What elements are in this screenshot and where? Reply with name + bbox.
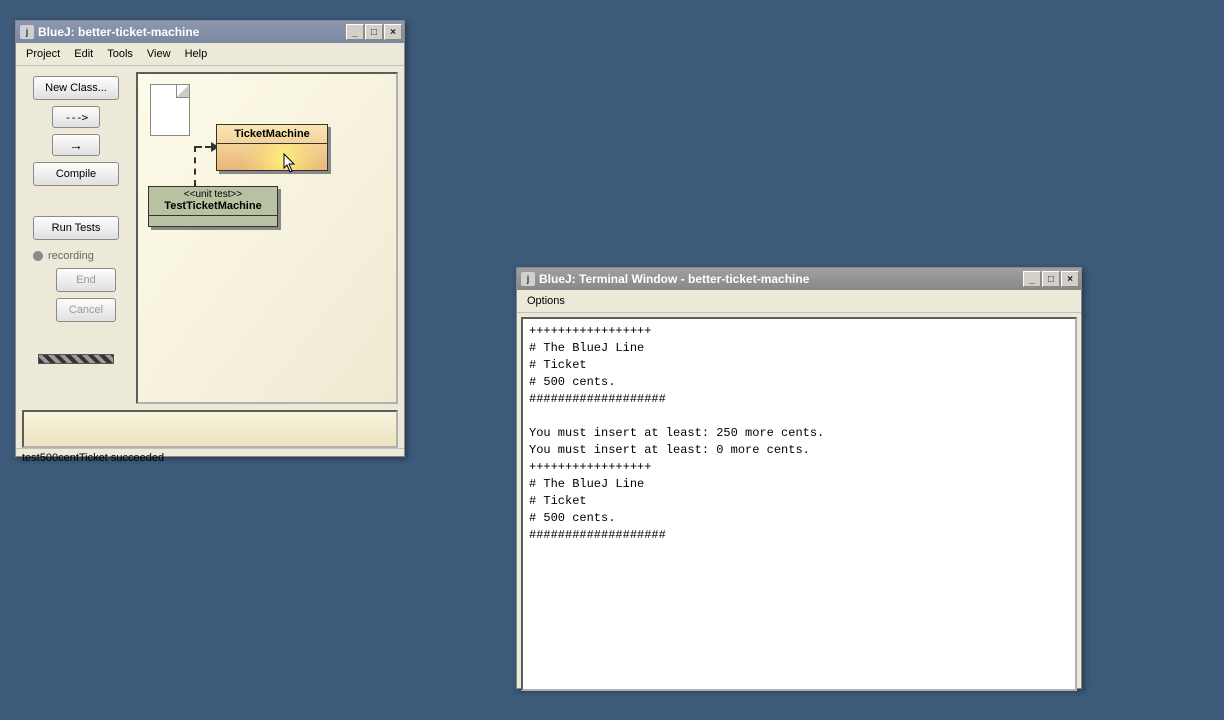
run-tests-button[interactable]: Run Tests xyxy=(33,216,119,240)
inherit-arrow-button[interactable]: → xyxy=(52,134,100,156)
main-titlebar[interactable]: j BlueJ: better-ticket-machine _ □ × xyxy=(16,21,404,43)
uses-arrow-button[interactable]: ---> xyxy=(52,106,100,128)
menu-project[interactable]: Project xyxy=(20,46,66,62)
recording-label: recording xyxy=(48,250,94,262)
compile-button[interactable]: Compile xyxy=(33,162,119,186)
recording-dot-icon xyxy=(33,251,43,261)
class-ticketmachine-name: TicketMachine xyxy=(217,125,327,144)
menu-edit[interactable]: Edit xyxy=(68,46,99,62)
terminal-output[interactable]: +++++++++++++++++ # The BlueJ Line # Tic… xyxy=(521,317,1077,691)
status-text: test500centTicket succeeded xyxy=(22,452,164,464)
window-controls: _ □ × xyxy=(346,24,402,40)
recording-status: recording xyxy=(33,250,119,262)
menu-options[interactable]: Options xyxy=(521,293,571,309)
cancel-button[interactable]: Cancel xyxy=(56,298,116,322)
test-progress-bar xyxy=(38,354,114,364)
class-ticketmachine[interactable]: TicketMachine xyxy=(216,124,328,171)
close-button[interactable]: × xyxy=(1061,271,1079,287)
terminal-menubar: Options xyxy=(517,290,1081,313)
menu-view[interactable]: View xyxy=(141,46,177,62)
class-testticketmachine-name: TestTicketMachine xyxy=(149,200,277,216)
bluej-terminal-window: j BlueJ: Terminal Window - better-ticket… xyxy=(516,267,1082,689)
readme-icon[interactable] xyxy=(150,84,190,136)
object-bench[interactable] xyxy=(22,410,398,448)
status-bar: test500centTicket succeeded xyxy=(16,448,404,468)
close-button[interactable]: × xyxy=(384,24,402,40)
maximize-button[interactable]: □ xyxy=(1042,271,1060,287)
menu-help[interactable]: Help xyxy=(179,46,214,62)
minimize-button[interactable]: _ xyxy=(1023,271,1041,287)
test-stereotype: <<unit test>> xyxy=(149,187,277,200)
bluej-icon: j xyxy=(521,272,535,286)
new-class-button[interactable]: New Class... xyxy=(33,76,119,100)
terminal-title: BlueJ: Terminal Window - better-ticket-m… xyxy=(539,272,1023,286)
terminal-titlebar[interactable]: j BlueJ: Terminal Window - better-ticket… xyxy=(517,268,1081,290)
window-controls: _ □ × xyxy=(1023,271,1079,287)
sidebar: New Class... ---> → Compile Run Tests re… xyxy=(16,66,136,410)
end-button[interactable]: End xyxy=(56,268,116,292)
dependency-line-vertical xyxy=(194,146,196,186)
main-title: BlueJ: better-ticket-machine xyxy=(38,25,346,39)
bluej-icon: j xyxy=(20,25,34,39)
main-menubar: Project Edit Tools View Help xyxy=(16,43,404,66)
class-testticketmachine[interactable]: <<unit test>> TestTicketMachine xyxy=(148,186,278,227)
maximize-button[interactable]: □ xyxy=(365,24,383,40)
menu-tools[interactable]: Tools xyxy=(101,46,139,62)
bluej-main-window: j BlueJ: better-ticket-machine _ □ × Pro… xyxy=(15,20,405,457)
class-diagram-canvas[interactable]: TicketMachine <<unit test>> TestTicketMa… xyxy=(136,72,398,404)
minimize-button[interactable]: _ xyxy=(346,24,364,40)
